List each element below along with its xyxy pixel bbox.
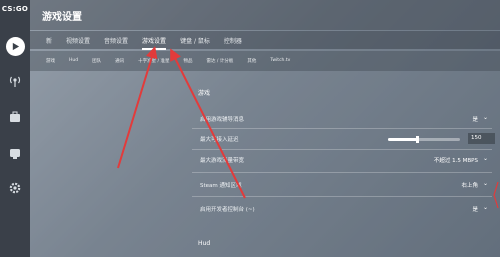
slider-handle[interactable]: [415, 136, 419, 143]
inventory-button[interactable]: [0, 106, 30, 128]
subtab-crosshair[interactable]: 十字准星 / 准星: [138, 58, 169, 64]
gear-icon: [9, 182, 21, 194]
setting-label: 启用开发者控制台 (~): [200, 207, 255, 213]
setting-label: 启用游戏辅导消息: [200, 117, 245, 123]
sub-tabs: 游戏 Hud 团队 通讯 十字准星 / 准星 物品 雷达 / 计分板 其他 Tw…: [46, 58, 304, 64]
subtab-communication[interactable]: 通讯: [115, 58, 124, 64]
chevron-down-icon: ⌄: [482, 180, 488, 187]
tv-button[interactable]: [0, 142, 30, 164]
setting-value: 是: [472, 207, 478, 213]
play-icon: [5, 36, 25, 56]
setting-value: 不超过 1.5 MBPS: [433, 158, 478, 164]
tab-audio[interactable]: 音频设置: [104, 36, 128, 50]
divider: [192, 149, 492, 150]
setting-row-steam-notifications[interactable]: Steam 通知区域 右上角 ⌄: [192, 177, 492, 193]
broadcast-icon: [9, 76, 21, 87]
subtab-hud[interactable]: Hud: [69, 58, 78, 64]
scroll-edge[interactable]: [492, 180, 500, 210]
section-game-heading: 游戏: [198, 90, 211, 97]
app-logo: CS:GO: [1, 5, 29, 13]
setting-label: 最大游戏流量带宽: [200, 158, 245, 164]
subtab-twitch[interactable]: Twitch.tv: [270, 58, 290, 64]
page-title: 游戏设置: [42, 12, 82, 23]
settings-button[interactable]: [0, 177, 30, 199]
tv-icon: [10, 149, 20, 159]
setting-row-coaching-messages[interactable]: 启用游戏辅导消息 是 ⌄: [192, 111, 492, 127]
chevron-down-icon: ⌄: [482, 155, 488, 162]
tab-video[interactable]: 视频设置: [66, 36, 90, 50]
max-ping-input[interactable]: 150: [468, 133, 495, 144]
tab-game-settings[interactable]: 游戏设置: [142, 36, 167, 50]
divider: [192, 196, 492, 197]
subtab-items[interactable]: 物品: [183, 58, 192, 64]
chevron-down-icon: ⌄: [482, 114, 488, 121]
setting-value: 右上角: [461, 183, 478, 189]
sidebar: CS:GO: [0, 0, 30, 257]
section-hud-heading: Hud: [198, 240, 211, 247]
divider: [192, 172, 492, 173]
setting-row-bandwidth[interactable]: 最大游戏流量带宽 不超过 1.5 MBPS ⌄: [192, 152, 492, 168]
header-bar: [30, 0, 500, 30]
slider-fill: [388, 138, 417, 141]
broadcast-button[interactable]: [0, 70, 30, 92]
tab-controller[interactable]: 控制器: [224, 36, 242, 50]
chevron-down-icon: ⌄: [482, 204, 488, 211]
setting-label: 最大可接入延迟: [200, 137, 239, 143]
main-tabs: 新 视频设置 音频设置 游戏设置 键盘 / 鼠标 控制器: [46, 36, 256, 50]
subtab-radar-scoreboard[interactable]: 雷达 / 计分板: [206, 58, 233, 64]
briefcase-icon: [10, 111, 20, 122]
divider: [192, 128, 492, 129]
tab-new[interactable]: 新: [46, 36, 52, 50]
subtab-game[interactable]: 游戏: [46, 58, 55, 64]
play-button[interactable]: [0, 35, 30, 57]
setting-value: 是: [472, 117, 478, 123]
tab-keyboard-mouse[interactable]: 键盘 / 鼠标: [180, 36, 210, 50]
subtab-other[interactable]: 其他: [247, 58, 256, 64]
max-ping-slider[interactable]: [388, 136, 460, 143]
setting-label: Steam 通知区域: [200, 183, 242, 189]
setting-row-dev-console[interactable]: 启用开发者控制台 (~) 是 ⌄: [192, 201, 492, 217]
subtab-team[interactable]: 团队: [92, 58, 101, 64]
